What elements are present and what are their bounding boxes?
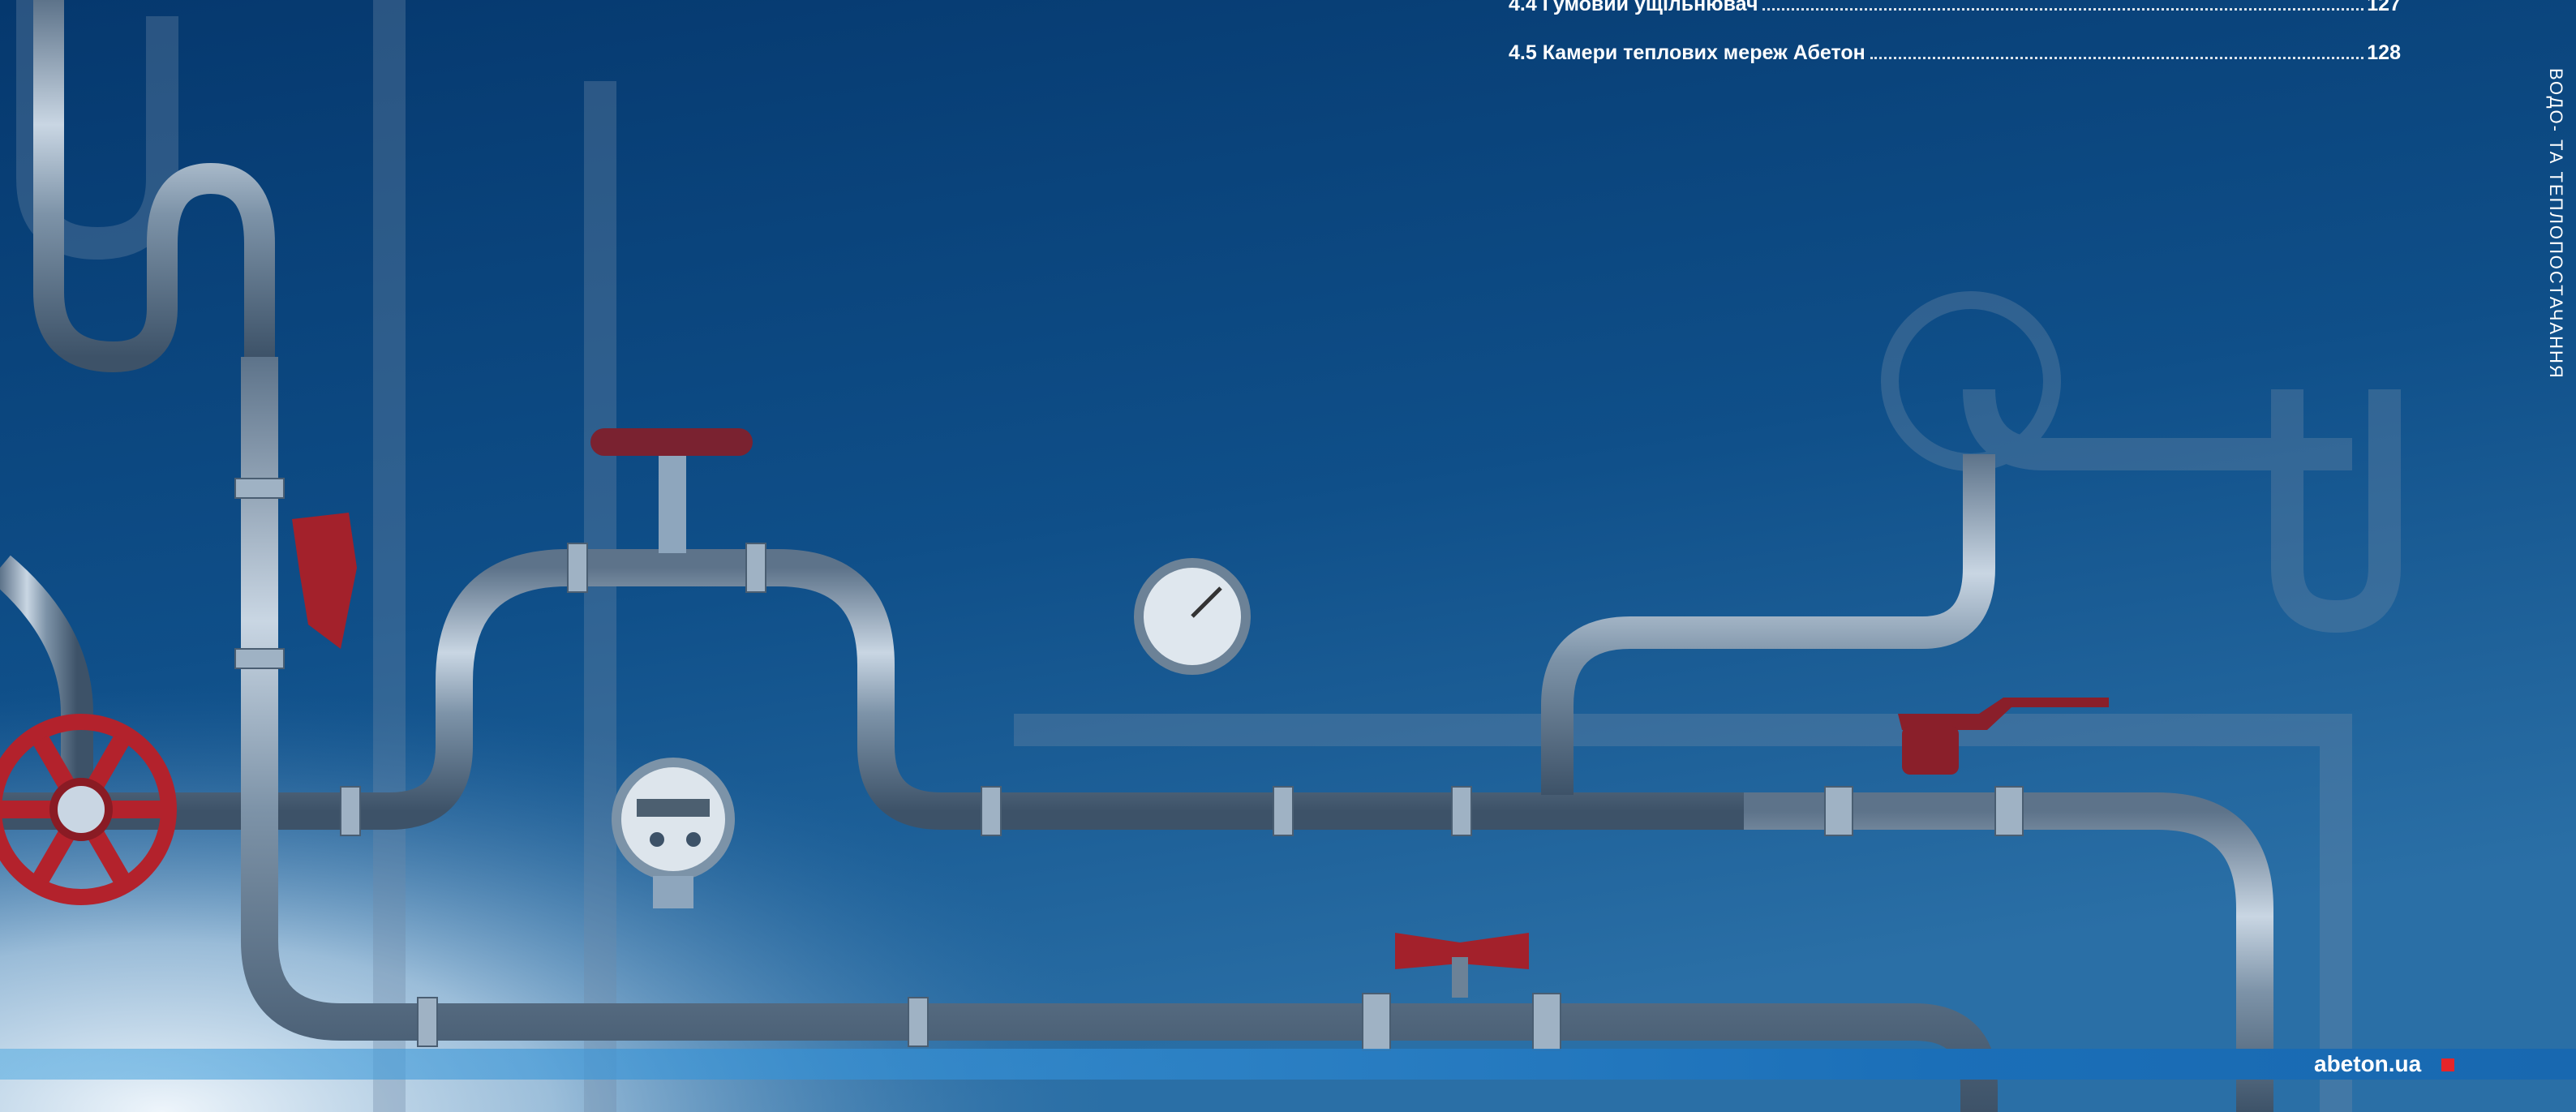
toc-item-label: 4.4 Гумовий ущільнювач bbox=[1509, 0, 1758, 15]
footer-bar bbox=[0, 1049, 2576, 1080]
brand-square-icon bbox=[2441, 1058, 2454, 1071]
toc-item[interactable]: 4.4 Гумовий ущільнювач 127 bbox=[1509, 0, 2401, 16]
section-side-title: ВОДО- ТА ТЕПЛОПОСТАЧАННЯ bbox=[2546, 68, 2566, 380]
site-link[interactable]: abeton.ua bbox=[2314, 1049, 2421, 1080]
toc-item-page: 127 bbox=[2367, 0, 2401, 15]
toc-leader-dots bbox=[1762, 8, 2364, 11]
toc-item[interactable]: 4.5 Камери теплових мереж Абетон 128 bbox=[1509, 37, 2401, 65]
toc-leader-dots bbox=[1870, 57, 2364, 59]
pipe-network-illustration bbox=[0, 0, 2576, 1112]
toc-item-label: 4.5 Камери теплових мереж Абетон bbox=[1509, 41, 1865, 64]
pressure-gauge-icon bbox=[1134, 558, 1251, 675]
toc-item-page: 128 bbox=[2367, 41, 2401, 64]
